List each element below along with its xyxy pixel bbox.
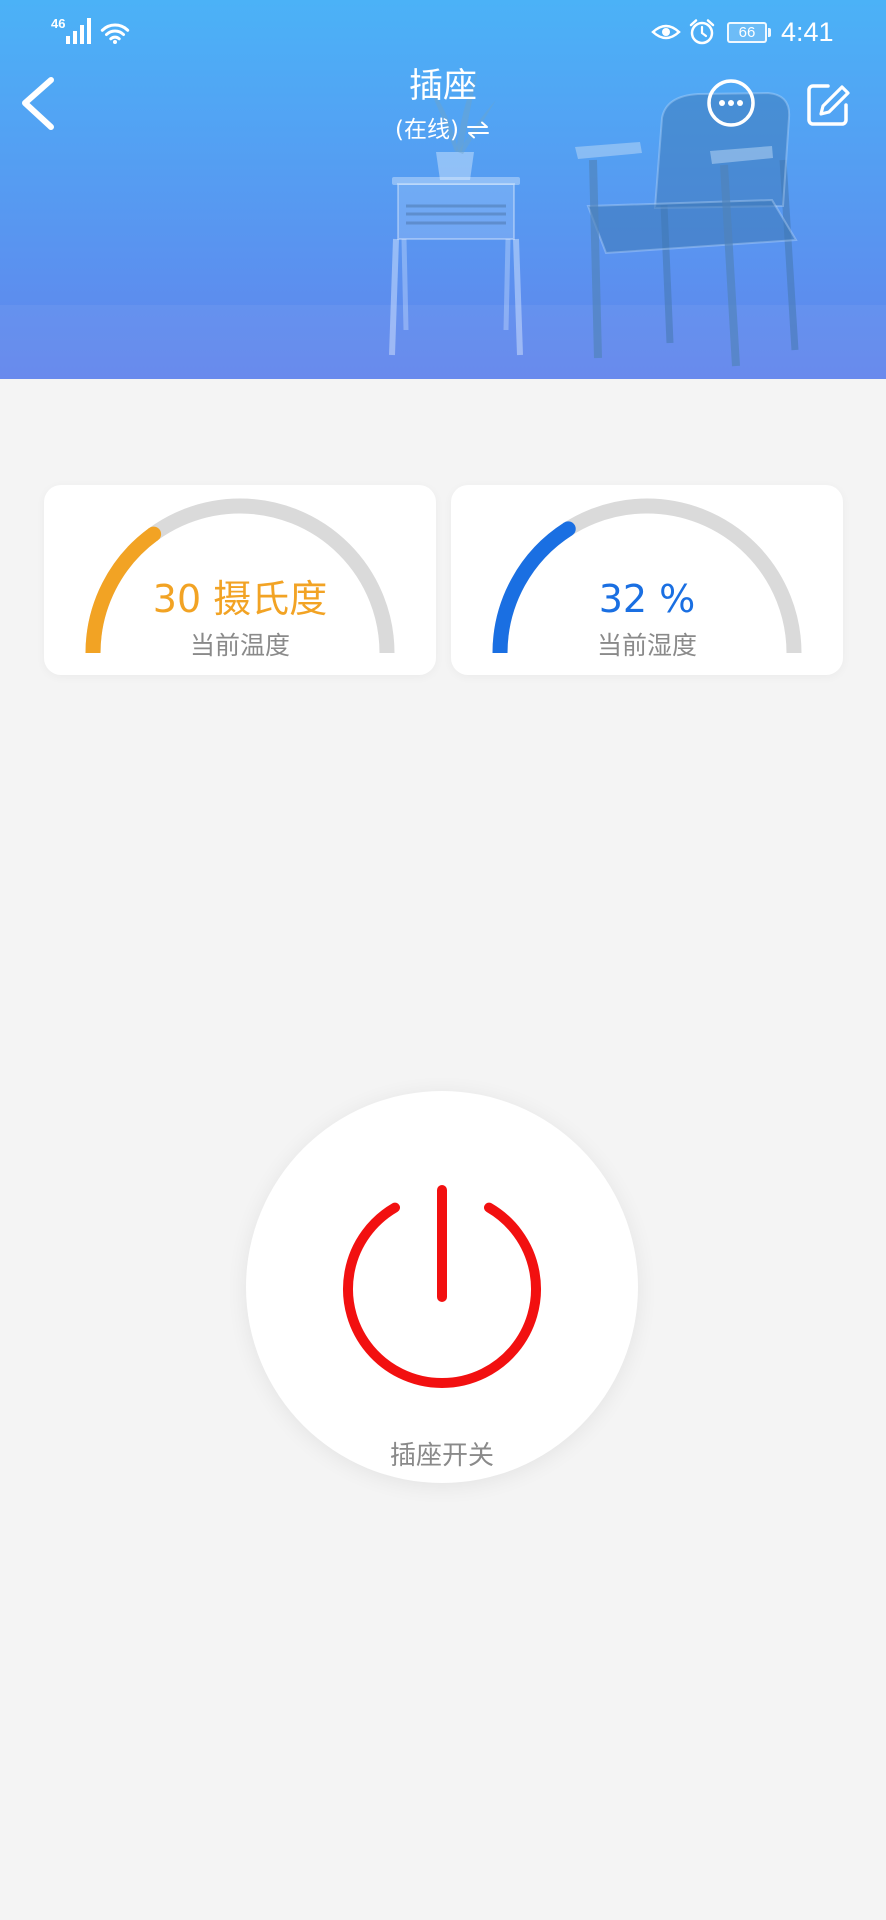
eye-icon: [651, 24, 681, 40]
signal-icon: [66, 18, 91, 44]
table-front-leg: [513, 238, 523, 356]
battery-level: 66: [738, 24, 756, 41]
temperature-unit: 摄氏度: [213, 577, 328, 621]
wifi-arc: [105, 29, 125, 36]
back-button[interactable]: [18, 74, 58, 134]
more-button[interactable]: [705, 77, 757, 129]
status-time: 4:41: [781, 17, 834, 47]
device-status-row: (在线): [293, 115, 593, 145]
pencil-icon: [819, 85, 850, 116]
more-dot: [728, 100, 734, 106]
alarm-hands: [700, 25, 708, 38]
chair-seat: [586, 198, 798, 255]
gauge-progress-cap: [560, 521, 576, 537]
battery-tip: [768, 28, 771, 37]
table-drawer: [397, 183, 515, 240]
temperature-reading: 30 摄氏度: [44, 577, 436, 621]
device-status: (在线): [395, 117, 459, 143]
power-button[interactable]: 插座开关: [246, 1091, 638, 1483]
humidity-value: 32: [598, 577, 648, 621]
temperature-card: 30 摄氏度 当前温度: [44, 485, 436, 675]
humidity-unit: %: [659, 577, 696, 621]
more-dot: [719, 100, 725, 106]
table-front-leg: [389, 238, 399, 356]
wifi-icon: [100, 23, 130, 44]
plant-pot: [436, 152, 474, 180]
signal-bar: [87, 18, 91, 44]
table-back-leg: [401, 238, 409, 331]
wifi-arc: [109, 35, 121, 41]
header-banner: 46 66 4:41 插座 (在线): [0, 0, 886, 379]
power-switch-label: 插座开关: [389, 1441, 494, 1471]
swap-arrow-left: [467, 132, 489, 139]
swap-icon[interactable]: [465, 120, 491, 140]
wifi-dot: [113, 40, 117, 44]
power-icon: [343, 1185, 541, 1388]
temperature-label: 当前温度: [189, 631, 290, 660]
signal-bar: [73, 31, 77, 44]
floor: [0, 305, 886, 379]
title-block: 插座 (在线): [293, 66, 593, 145]
signal-bar: [66, 36, 70, 44]
battery-icon: 66: [727, 22, 767, 43]
humidity-card: 32 % 当前湿度: [451, 485, 843, 675]
humidity-label: 当前湿度: [596, 631, 697, 660]
table-back-leg: [503, 238, 511, 331]
eye-pupil: [662, 28, 670, 36]
header-illustration: [0, 70, 886, 379]
edit-icon: [807, 84, 848, 126]
signal-bar: [80, 25, 84, 44]
alarm-icon: [689, 19, 715, 45]
page-title: 插座: [409, 66, 477, 106]
edit-button[interactable]: [802, 78, 854, 130]
humidity-reading: 32 %: [451, 577, 843, 621]
chevron-left-icon: [22, 77, 54, 130]
chair-front-leg: [589, 159, 602, 359]
gauge-progress-cap: [146, 526, 162, 542]
swap-arrow-right: [466, 121, 488, 128]
temperature-value: 30: [152, 577, 202, 621]
more-dot: [737, 100, 743, 106]
